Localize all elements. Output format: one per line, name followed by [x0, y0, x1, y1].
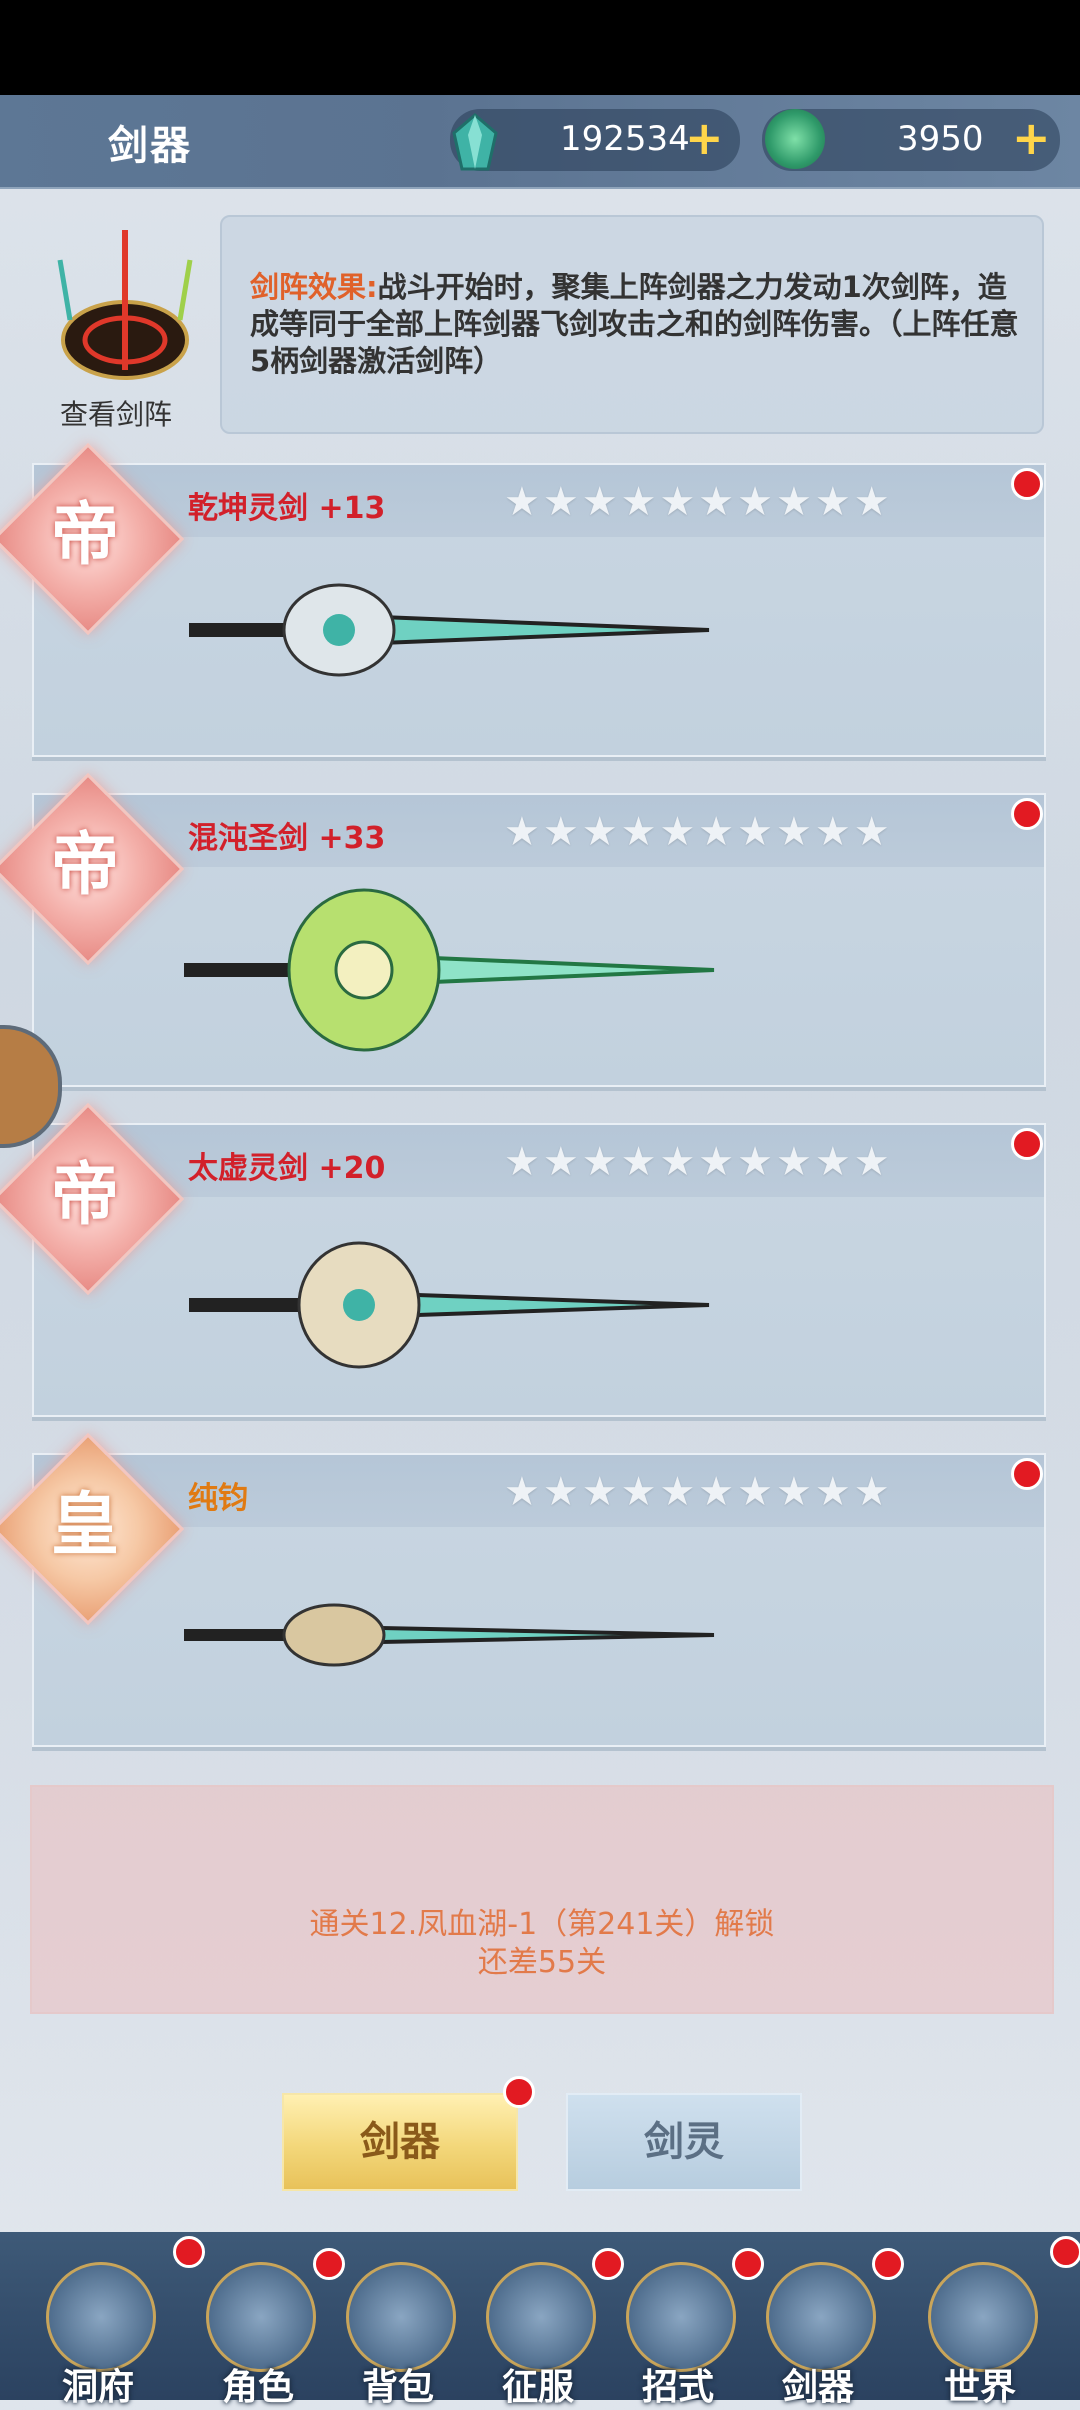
nav-label: 角色 — [221, 2367, 294, 2408]
formation-effect-text: 剑阵效果:战斗开始时，聚集上阵剑器之力发动1次剑阵，造成等同于全部上阵剑器飞剑攻… — [250, 269, 1020, 380]
sword-formation-icon[interactable] — [40, 220, 210, 390]
top-bar: 剑器 192534 + 3950 + — [0, 95, 1080, 189]
sword-name: 混沌圣剑 +33 — [188, 821, 386, 856]
sword-image — [189, 1241, 710, 1369]
sword-card[interactable]: 太虚灵剑 +20 ★★★★★★★★★★ — [32, 1123, 1046, 1417]
rank-label: 帝 — [50, 826, 119, 905]
jade-amount: 3950 — [897, 119, 984, 159]
star-rating: ★★★★★★★★★★ — [504, 1469, 893, 1515]
character-icon — [206, 2262, 316, 2372]
nav-label: 世界 — [943, 2367, 1016, 2408]
remaining-stages: 还差55关 — [477, 1945, 607, 1980]
nav-label: 背包 — [361, 2367, 434, 2408]
nav-label: 征服 — [501, 2367, 574, 2408]
spirit-stone-icon — [452, 113, 498, 171]
sword-name: 太虚灵剑 +20 — [188, 1151, 386, 1186]
nav-item-skills[interactable]: 招式 — [618, 2262, 738, 2408]
cave-icon — [46, 2262, 156, 2372]
tab-sword[interactable]: 剑器 — [282, 2093, 518, 2191]
nav-label: 洞府 — [61, 2367, 134, 2408]
page-title: 剑器 — [108, 123, 192, 169]
star-rating: ★★★★★★★★★★ — [504, 1139, 893, 1185]
world-map-icon — [928, 2262, 1038, 2372]
notification-dot — [1011, 1128, 1043, 1160]
nav-item-character[interactable]: 角色 — [198, 2262, 318, 2408]
notification-dot — [1050, 2236, 1080, 2268]
add-gems-button[interactable]: + — [685, 111, 724, 165]
nav-item-conquer[interactable]: 征服 — [478, 2262, 598, 2408]
notification-dot — [1011, 1458, 1043, 1490]
nav-item-bag[interactable]: 背包 — [338, 2262, 458, 2408]
star-rating: ★★★★★★★★★★ — [504, 479, 893, 525]
rank-label: 皇 — [50, 1486, 119, 1565]
sword-card[interactable]: 乾坤灵剑 +13 ★★★★★★★★★★ — [32, 463, 1046, 757]
view-formation-label[interactable]: 查看剑阵 — [60, 393, 172, 433]
sword-image — [184, 888, 715, 1052]
notification-dot — [1011, 798, 1043, 830]
nav-item-cave[interactable]: 洞府 — [38, 2262, 158, 2408]
status-bar — [0, 0, 1080, 95]
bag-icon — [346, 2262, 456, 2372]
sword-image — [184, 1603, 715, 1667]
star-rating: ★★★★★★★★★★ — [504, 809, 893, 855]
add-jade-button[interactable]: + — [1012, 111, 1051, 165]
sword-name: 纯钧 — [188, 1481, 248, 1516]
gem-amount: 192534 — [560, 119, 690, 159]
sword-card[interactable]: 混沌圣剑 +33 ★★★★★★★★★★ — [32, 793, 1046, 1087]
jade-icon — [765, 109, 825, 169]
sword-image — [189, 583, 710, 677]
nav-label: 招式 — [641, 2367, 714, 2408]
rank-label: 帝 — [50, 496, 119, 575]
notification-dot — [872, 2248, 904, 2280]
notification-dot — [1011, 468, 1043, 500]
nav-label: 剑器 — [781, 2367, 854, 2408]
sword-name: 乾坤灵剑 +13 — [188, 491, 386, 526]
nav-item-world[interactable]: 世界 — [920, 2262, 1040, 2408]
nav-item-sword[interactable]: 剑器 — [758, 2262, 878, 2408]
crossed-swords-icon — [486, 2262, 596, 2372]
locked-slot: 通关12.凤血湖-1（第241关）解锁 还差55关 — [30, 1785, 1054, 2014]
tab-sword-spirit[interactable]: 剑灵 — [566, 2093, 802, 2191]
formation-effect-box: 剑阵效果:战斗开始时，聚集上阵剑器之力发动1次剑阵，造成等同于全部上阵剑器飞剑攻… — [220, 215, 1044, 434]
scroll-icon — [626, 2262, 736, 2372]
sword-card[interactable]: 纯钧 ★★★★★★★★★★ — [32, 1453, 1046, 1747]
rank-label: 帝 — [50, 1156, 119, 1235]
effect-key: 剑阵效果: — [250, 270, 378, 304]
sword-icon — [766, 2262, 876, 2372]
notification-dot — [503, 2076, 535, 2108]
